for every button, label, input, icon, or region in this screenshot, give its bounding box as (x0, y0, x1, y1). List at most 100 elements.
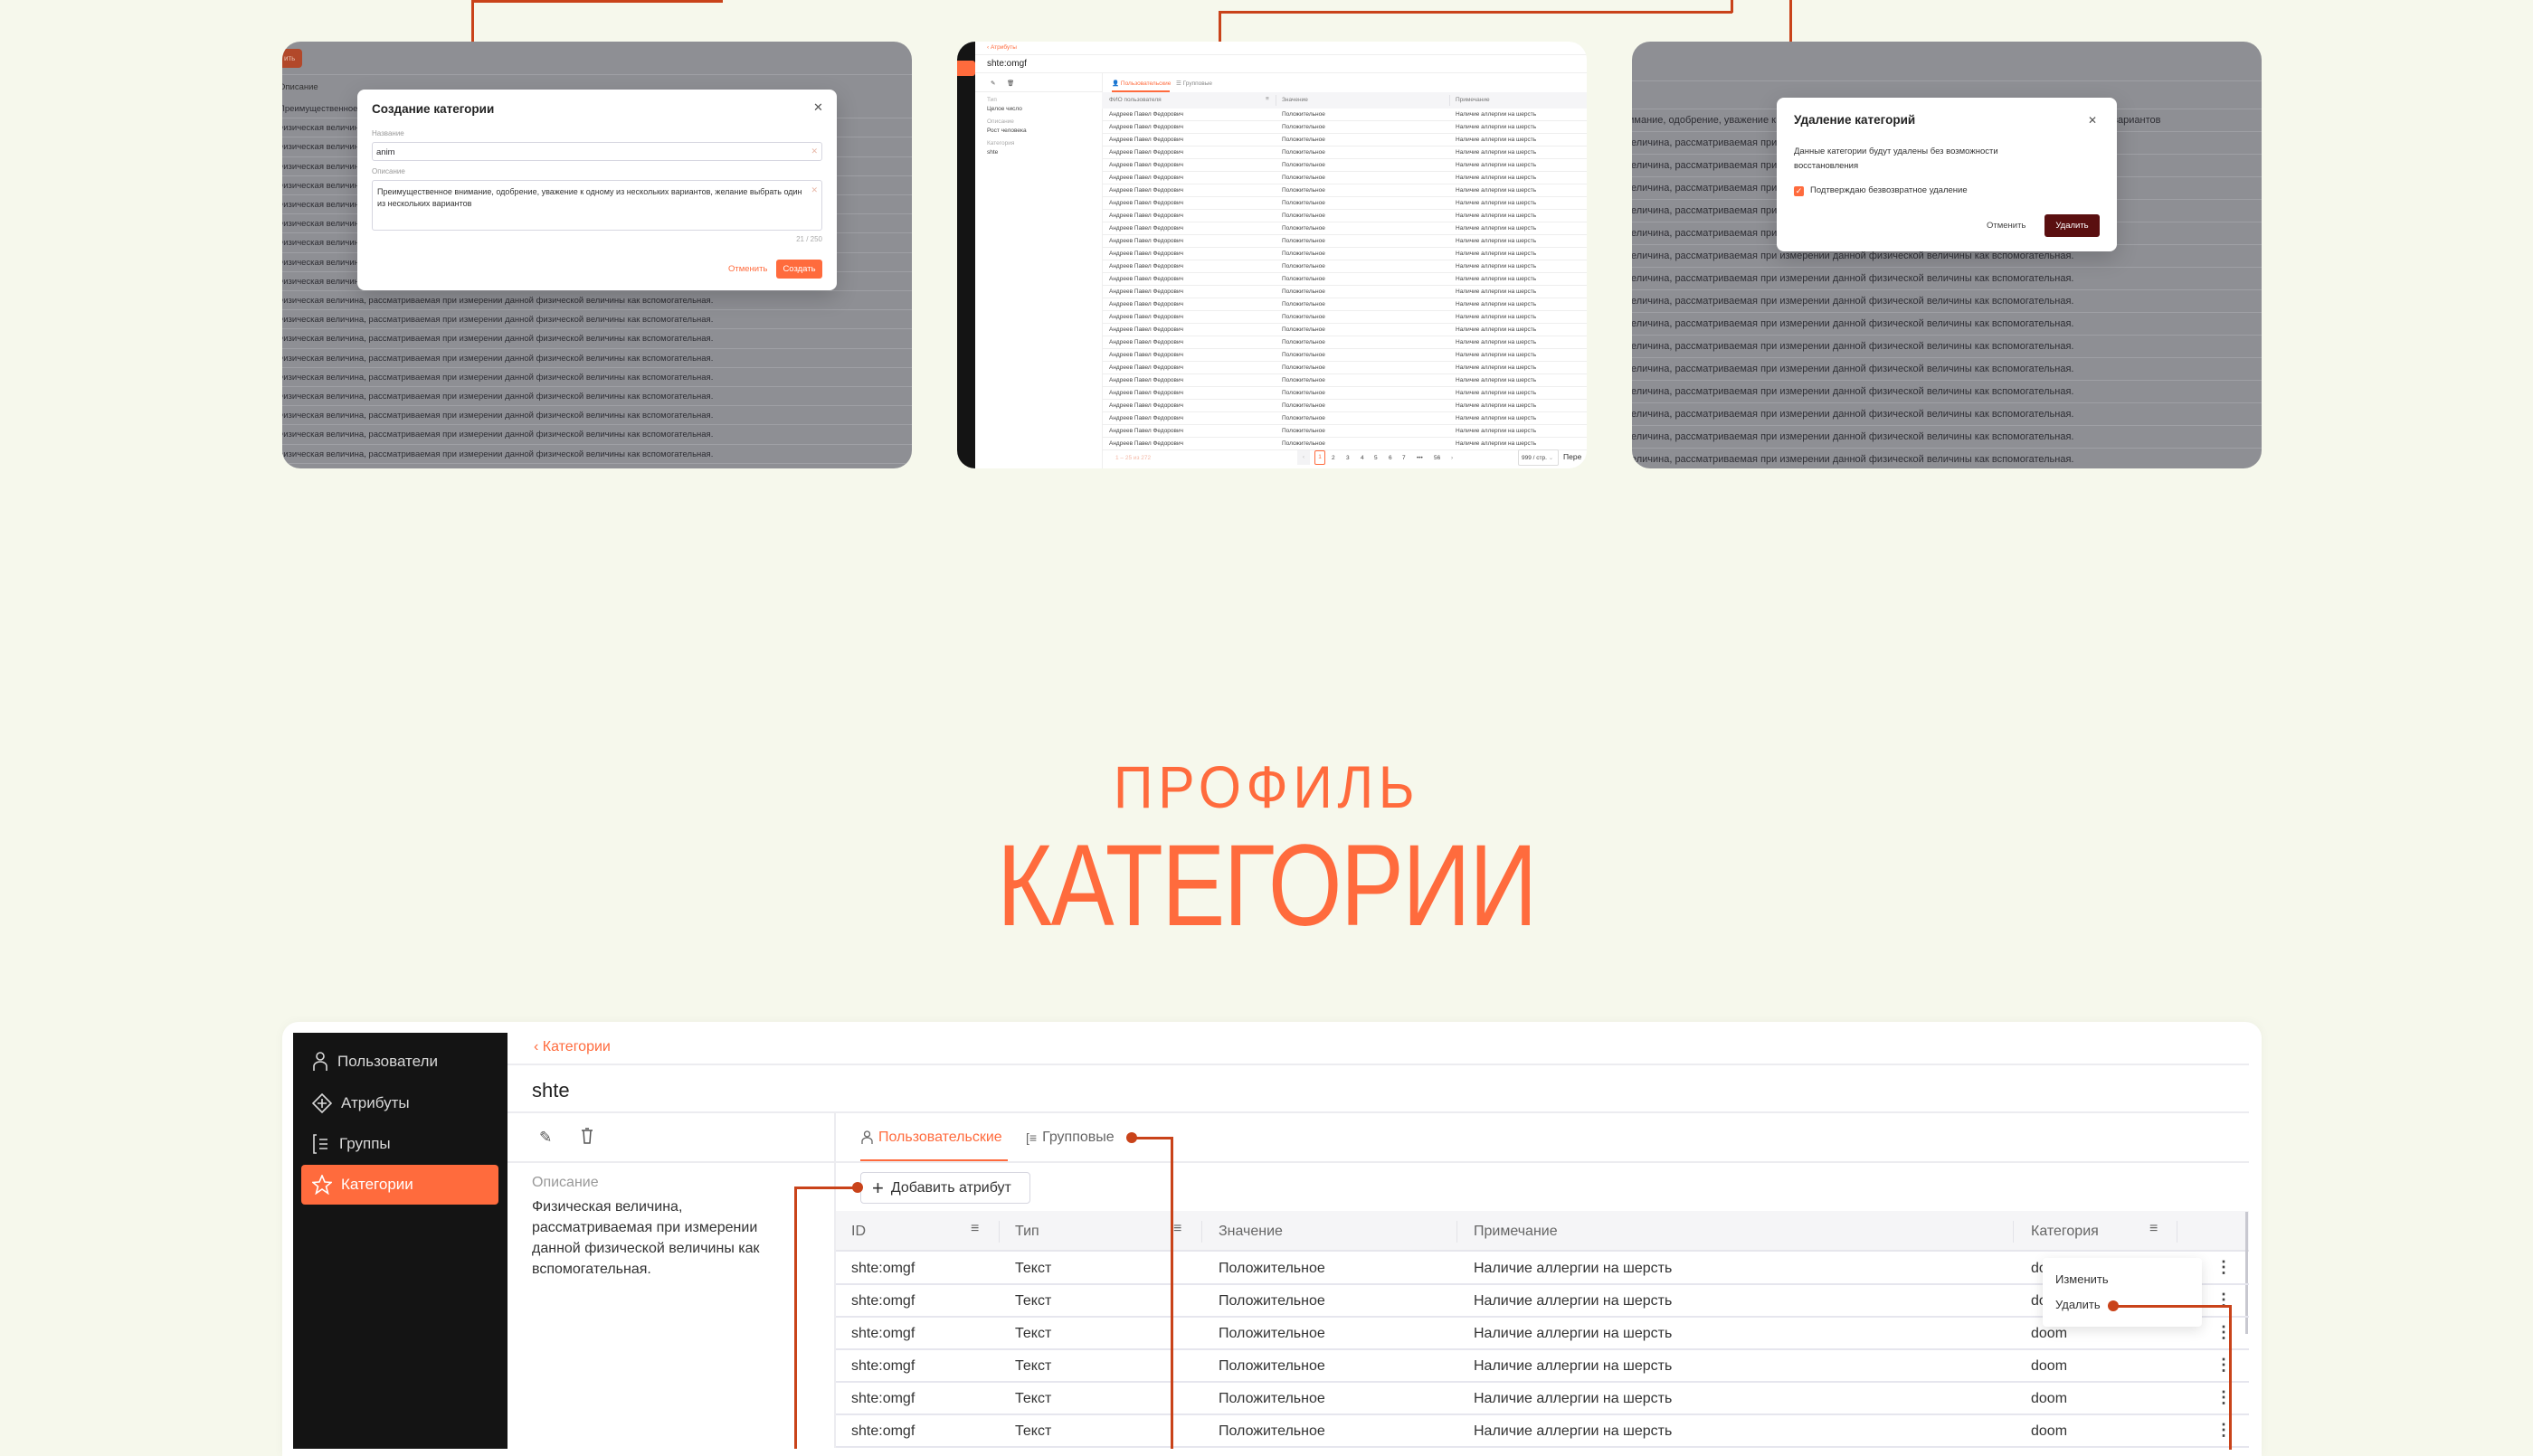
table-cell: Андреев Павел Федорович (1109, 440, 1184, 447)
close-icon[interactable]: ✕ (813, 100, 823, 115)
table-cell: Текст (1015, 1423, 1052, 1439)
desc-textarea[interactable]: Преимущественное внимание, одобрение, ув… (372, 180, 822, 231)
table-cell: Положительное (1219, 1293, 1325, 1309)
page-button[interactable]: 6 (1389, 455, 1392, 461)
table-cell: Положительное (1282, 149, 1325, 156)
breadcrumb[interactable]: ‹ Категории (534, 1039, 611, 1055)
table-cell: Наличие аллергии на шерсть (1456, 213, 1537, 219)
page-button[interactable]: 4 (1361, 455, 1364, 461)
table-cell: Андреев Павел Федорович (1109, 301, 1184, 307)
confirm-checkbox[interactable]: ✓ (1794, 186, 1804, 196)
table-cell: Андреев Павел Федорович (1109, 175, 1184, 181)
table-cell: Положительное (1282, 288, 1325, 295)
table-cell: Положительное (1282, 111, 1325, 118)
page-size-select[interactable]: 999 / стр. ⌄ (1518, 449, 1559, 466)
description-line: Физическая величина, (532, 1199, 683, 1215)
sidebar (957, 42, 975, 468)
page-button[interactable]: 1 (1314, 450, 1325, 465)
bg-table-row: Физическая величина, рассматриваемая при… (282, 425, 912, 445)
bg-table-row: Физическая величина, рассматриваемая при… (282, 406, 912, 426)
tab-users[interactable]: 👤 Пользовательские (1112, 80, 1171, 87)
filter-icon[interactable]: ≡ (1266, 96, 1269, 102)
trash-icon[interactable]: 🗑 (1007, 80, 1014, 87)
table-cell: Положительное (1282, 200, 1325, 206)
annotation-dot (1126, 1132, 1137, 1143)
table-cell: shte:omgf (851, 1358, 915, 1374)
tab-label: Групповые (1182, 80, 1212, 87)
cancel-button[interactable]: Отменить (728, 260, 767, 279)
table-cell: Наличие аллергии на шерсть (1456, 415, 1537, 421)
table-cell: shte:omgf (851, 1293, 915, 1309)
trash-icon[interactable] (581, 1128, 593, 1149)
filter-icon[interactable]: ≡ (971, 1221, 979, 1237)
edit-icon[interactable]: ✎ (991, 80, 995, 87)
breadcrumb-label: Атрибуты (990, 44, 1017, 51)
annotation-dot (2108, 1300, 2119, 1311)
table-cell: Наличие аллергии на шерсть (1474, 1326, 1673, 1341)
table-cell: Наличие аллергии на шерсть (1456, 225, 1537, 232)
page-button[interactable]: 5 (1374, 455, 1378, 461)
name-label: Название (372, 129, 404, 137)
sidebar-item-2[interactable]: Группы (301, 1124, 498, 1164)
bg-column-header: Описание (282, 82, 318, 92)
table-cell: Положительное (1282, 263, 1325, 269)
table-cell: Положительное (1282, 314, 1325, 320)
page-button[interactable]: 2 (1332, 455, 1335, 461)
close-icon[interactable]: ✕ (2088, 114, 2097, 127)
column-header-id: ID (851, 1224, 866, 1239)
table-cell: Положительное (1282, 225, 1325, 232)
clear-icon[interactable]: ✕ (811, 147, 818, 156)
edit-icon[interactable]: ✎ (539, 1129, 552, 1147)
prev-page-button[interactable]: ‹ (1297, 450, 1310, 465)
clear-icon[interactable]: ✕ (811, 184, 818, 196)
page-title: shte (532, 1079, 570, 1101)
sidebar-active-item[interactable] (957, 61, 975, 76)
detail-label: Тип (987, 97, 997, 103)
column-header: ФИО пользователя (1109, 97, 1162, 103)
delete-categories-modal: Удаление категорий ✕ Данные категории бу… (1777, 98, 2117, 251)
table-cell: Наличие аллергии на шерсть (1456, 364, 1537, 371)
table-cell: Положительное (1282, 301, 1325, 307)
more-vertical-icon[interactable]: ⋮ (2215, 1258, 2232, 1277)
tab-groups[interactable]: ☰ Групповые (1176, 80, 1212, 87)
chevron-down-icon: ⌄ (1548, 455, 1554, 461)
table-cell: Текст (1015, 1261, 1052, 1276)
menu-item-edit[interactable]: Изменить (2055, 1272, 2109, 1286)
tab-groups[interactable]: [≡ Групповые (1026, 1130, 1115, 1146)
table-cell: Андреев Павел Федорович (1109, 213, 1184, 219)
preview-create-category: ить Описание Преимущественное внимание, … (282, 42, 912, 468)
delete-button[interactable]: Удалить (2044, 214, 2100, 237)
table-cell: Андреев Павел Федорович (1109, 137, 1184, 143)
sort-icon[interactable]: ≡ (2149, 1221, 2158, 1237)
menu-item-delete[interactable]: Удалить (2055, 1298, 2101, 1311)
sidebar-item-3[interactable]: Категории (301, 1165, 498, 1205)
create-button[interactable]: Создать (776, 260, 822, 279)
page-button[interactable]: 3 (1346, 455, 1350, 461)
heading-line2: КАТЕГОРИИ (997, 821, 1537, 950)
next-page-button[interactable]: › (1451, 455, 1453, 461)
table-cell: Наличие аллергии на шерсть (1456, 200, 1537, 206)
tab-users[interactable]: Пользовательские (861, 1130, 1002, 1146)
table-cell: Положительное (1282, 124, 1325, 130)
sidebar-item-1[interactable]: Атрибуты (301, 1083, 498, 1123)
table-cell: Положительное (1282, 364, 1325, 371)
table-cell: Наличие аллергии на шерсть (1474, 1391, 1673, 1406)
add-attribute-button[interactable]: + Добавить атрибут (860, 1172, 1030, 1204)
table-cell: Наличие аллергии на шерсть (1456, 263, 1537, 269)
table-cell: Наличие аллергии на шерсть (1456, 238, 1537, 244)
filter-icon[interactable]: ≡ (1173, 1221, 1181, 1237)
table-cell: Положительное (1219, 1326, 1325, 1341)
sidebar-item-0[interactable]: Пользователи (301, 1042, 498, 1082)
tab-label: Пользовательские (1120, 80, 1172, 87)
cancel-button[interactable]: Отменить (1987, 214, 2025, 237)
page-button[interactable]: 56 (1434, 455, 1440, 461)
page-button[interactable]: ••• (1417, 455, 1423, 461)
page-button[interactable]: 7 (1402, 455, 1406, 461)
table-cell: shte:omgf (851, 1391, 915, 1406)
breadcrumb[interactable]: ‹ Атрибуты (987, 44, 1017, 51)
bg-table-row: Физическая величина, рассматриваемая при… (1632, 290, 2262, 313)
name-input[interactable]: anim ✕ (372, 142, 822, 161)
name-input-value: anim (376, 147, 395, 157)
table-cell: doom (2031, 1391, 2068, 1406)
bg-table-row: Физическая величина, рассматриваемая при… (282, 310, 912, 330)
